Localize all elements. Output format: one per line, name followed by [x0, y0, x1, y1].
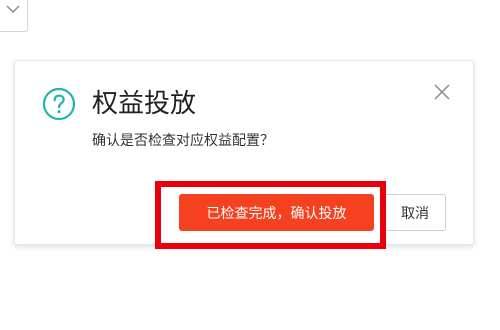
close-icon[interactable] — [431, 81, 453, 103]
dialog-message: 确认是否检查对应权益配置？ — [92, 133, 274, 149]
confirm-delivery-button[interactable]: 已检查完成，确认投放 — [179, 194, 374, 231]
dialog-title: 权益投放 — [92, 89, 197, 119]
chevron-down-icon — [6, 5, 20, 13]
cancel-button[interactable]: 取消 — [384, 194, 446, 231]
background-select[interactable] — [0, 0, 28, 32]
screen: 权益投放 确认是否检查对应权益配置？ 已检查完成，确认投放 取消 — [0, 0, 500, 330]
question-circle-icon — [42, 87, 76, 121]
